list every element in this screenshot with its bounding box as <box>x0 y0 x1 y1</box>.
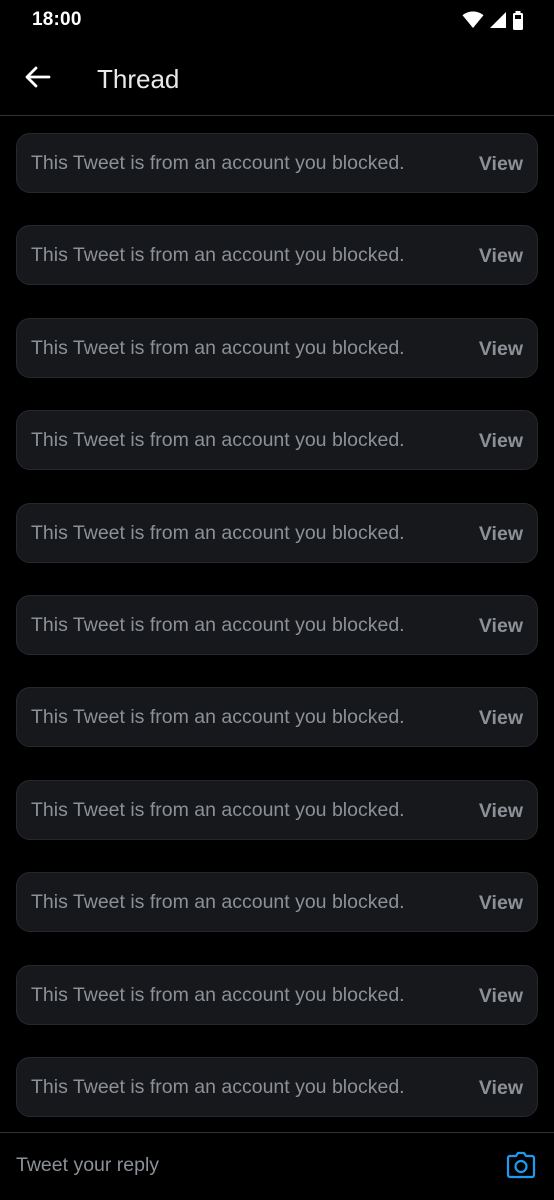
view-button[interactable]: View <box>479 705 523 731</box>
blocked-tweet-text: This Tweet is from an account you blocke… <box>31 521 405 544</box>
blocked-tweet-text: This Tweet is from an account you blocke… <box>31 706 405 729</box>
camera-button[interactable] <box>506 1151 536 1181</box>
blocked-tweet-text: This Tweet is from an account you blocke… <box>31 429 405 452</box>
view-button[interactable]: View <box>479 428 523 454</box>
blocked-tweet-text: This Tweet is from an account you blocke… <box>31 244 405 267</box>
blocked-tweet-text: This Tweet is from an account you blocke… <box>31 798 405 821</box>
page-title: Thread <box>97 64 180 94</box>
blocked-tweet-card: This Tweet is from an account you blocke… <box>16 225 538 286</box>
blocked-tweet-card: This Tweet is from an account you blocke… <box>16 594 538 655</box>
blocked-tweet-card: This Tweet is from an account you blocke… <box>16 872 538 933</box>
blocked-tweet-text: This Tweet is from an account you blocke… <box>31 891 405 914</box>
blocked-tweet-card: This Tweet is from an account you blocke… <box>16 502 538 563</box>
reply-input[interactable] <box>16 1149 476 1181</box>
blocked-tweet-card: This Tweet is from an account you blocke… <box>16 1056 538 1117</box>
blocked-tweet-card: This Tweet is from an account you blocke… <box>16 133 538 193</box>
view-button[interactable]: View <box>479 521 523 547</box>
camera-icon <box>506 1151 536 1183</box>
status-time: 18:00 <box>32 9 82 30</box>
battery-icon <box>512 10 524 30</box>
blocked-tweet-text: This Tweet is from an account you blocke… <box>31 1075 405 1098</box>
blocked-tweet-text: This Tweet is from an account you blocke… <box>31 983 405 1006</box>
view-button[interactable]: View <box>479 336 523 362</box>
status-bar: 18:00 <box>0 0 554 40</box>
blocked-tweet-text: This Tweet is from an account you blocke… <box>31 613 405 636</box>
view-button[interactable]: View <box>479 798 523 824</box>
status-icons <box>462 10 524 30</box>
view-button[interactable]: View <box>479 151 523 177</box>
header: Thread <box>0 40 554 116</box>
reply-bar <box>0 1132 554 1200</box>
view-button[interactable]: View <box>479 890 523 916</box>
blocked-tweet-text: This Tweet is from an account you blocke… <box>31 152 405 174</box>
cell-signal-icon <box>489 11 507 29</box>
arrow-left-icon <box>25 66 51 93</box>
view-button[interactable]: View <box>479 983 523 1009</box>
thread-list: This Tweet is from an account you blocke… <box>16 133 538 1149</box>
blocked-tweet-text: This Tweet is from an account you blocke… <box>31 336 405 359</box>
blocked-tweet-card: This Tweet is from an account you blocke… <box>16 687 538 748</box>
view-button[interactable]: View <box>479 243 523 269</box>
back-button[interactable] <box>18 59 58 99</box>
wifi-icon <box>462 11 484 29</box>
view-button[interactable]: View <box>479 1075 523 1101</box>
view-button[interactable]: View <box>479 613 523 639</box>
blocked-tweet-card: This Tweet is from an account you blocke… <box>16 317 538 378</box>
blocked-tweet-card: This Tweet is from an account you blocke… <box>16 964 538 1025</box>
blocked-tweet-card: This Tweet is from an account you blocke… <box>16 410 538 471</box>
blocked-tweet-card: This Tweet is from an account you blocke… <box>16 779 538 840</box>
